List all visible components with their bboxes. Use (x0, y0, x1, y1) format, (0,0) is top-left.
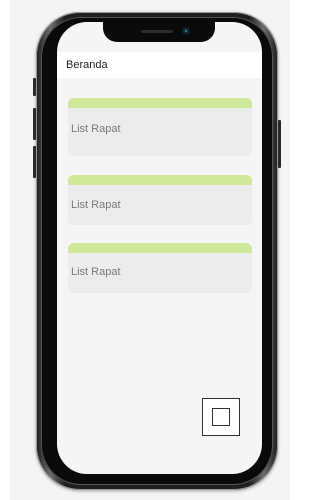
list-item[interactable]: List Rapat (68, 243, 252, 293)
volume-up-button (33, 108, 36, 140)
list-item-label: List Rapat (71, 199, 121, 211)
list-item-label: List Rapat (71, 123, 121, 135)
add-button[interactable] (202, 398, 240, 436)
speaker-grille (141, 30, 173, 33)
phone-notch (103, 22, 215, 42)
list-item[interactable]: List Rapat (68, 98, 252, 156)
list-item[interactable]: List Rapat (68, 175, 252, 225)
phone-screen: Beranda List Rapat List Rapat List Rapat (57, 22, 262, 474)
list-item-label: List Rapat (71, 266, 121, 278)
volume-down-button (33, 146, 36, 178)
card-accent-bar (68, 175, 252, 185)
power-button (278, 120, 281, 168)
front-camera (183, 28, 189, 34)
mute-switch (33, 78, 36, 96)
square-icon (212, 408, 230, 426)
page-title: Beranda (66, 59, 108, 71)
card-accent-bar (68, 243, 252, 253)
card-accent-bar (68, 98, 252, 108)
